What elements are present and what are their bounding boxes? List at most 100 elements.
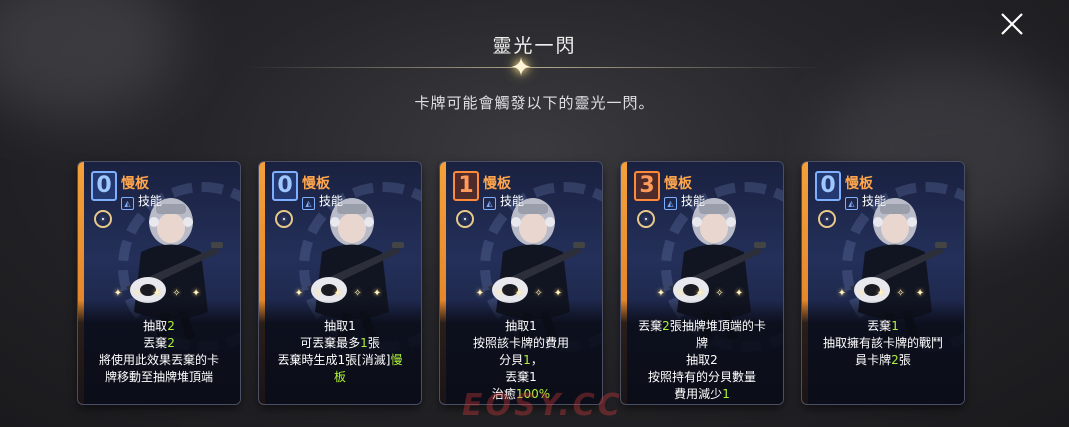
skill-card[interactable]: 0 慢板 ◭ 技能 ✦ ✧ ✦ ✧ ✦ 丟棄1 抽取擁有該卡牌的戰鬥 員卡牌2張 (802, 162, 964, 404)
card-name: 慢板 (845, 176, 873, 192)
description-text: 按照該卡牌的費用 (472, 336, 569, 350)
description-line: 抽取擁有該卡牌的戰鬥 (812, 335, 954, 352)
card-name: 慢板 (483, 176, 511, 192)
description-text: 可丟棄最多 (300, 336, 361, 350)
description-line: 丟棄2張抽牌堆頂端的卡 (631, 318, 773, 335)
sparkle-star-icon: ✦ (510, 53, 532, 83)
description-text: 牌移動至抽牌堆頂端 (104, 370, 213, 384)
description-text: 抽取擁有該卡牌的戰鬥 (822, 336, 943, 350)
skill-type-icon: ◭ (302, 197, 315, 210)
skill-type-icon: ◭ (845, 197, 858, 210)
description-text: 張抽牌堆頂端的卡 (669, 319, 766, 333)
card-type: ◭ 技能 (664, 192, 705, 210)
description-line: 抽取1 (450, 318, 592, 335)
description-text: 員卡牌 (855, 353, 892, 367)
card-name: 慢板 (302, 176, 330, 192)
card-description: 丟棄1 抽取擁有該卡牌的戰鬥 員卡牌2張 (812, 318, 954, 369)
description-text: 抽取1 (324, 319, 356, 333)
target-icon (275, 210, 293, 228)
highlight-value: 2 (891, 353, 899, 367)
description-line: 板 (269, 369, 411, 386)
card-description: 丟棄2張抽牌堆頂端的卡牌抽取2 按照持有的分貝數量 費用減少1 (631, 318, 773, 403)
description-text: 費用減少 (674, 387, 723, 401)
description-line: 按照該卡牌的費用 (450, 335, 592, 352)
description-line: 丟棄2 (88, 335, 230, 352)
description-line: 牌 (631, 335, 773, 352)
card-description: 抽取1 可丟棄最多1張 丟棄時生成1張[消滅]慢板 (269, 318, 411, 386)
description-line: 牌移動至抽牌堆頂端 (88, 369, 230, 386)
description-text: 張 (898, 353, 911, 367)
card-cost: 0 (815, 171, 841, 201)
description-text: ， (530, 353, 543, 367)
target-icon (456, 210, 474, 228)
highlight-value: 1 (722, 387, 730, 401)
card-type-label: 技能 (862, 194, 887, 208)
description-text: 抽取1 (505, 319, 537, 333)
card-type: ◭ 技能 (845, 192, 886, 210)
description-line: 抽取2 (631, 352, 773, 369)
skill-type-icon: ◭ (483, 197, 496, 210)
highlight-value: 慢 (390, 353, 403, 367)
skill-card[interactable]: 1 慢板 ◭ 技能 ✦ ✧ ✦ ✧ ✦ 抽取1 按照該卡牌的費用 分貝1， 丟棄1 治癒1… (440, 162, 602, 404)
sparkle-row-icon: ✦ ✧ ✦ ✧ ✦ (656, 288, 748, 299)
description-text: 丟棄 (143, 336, 168, 350)
card-name: 慢板 (121, 176, 149, 192)
highlight-value: 1 (891, 319, 899, 333)
target-icon (94, 210, 112, 228)
sparkle-row-icon: ✦ ✧ ✦ ✧ ✦ (475, 288, 567, 299)
card-type-label: 技能 (500, 194, 525, 208)
description-text: 將使用此效果丟棄的卡 (98, 353, 219, 367)
card-type: ◭ 技能 (483, 192, 524, 210)
description-line: 費用減少1 (631, 386, 773, 403)
description-text: 丟棄 (867, 319, 892, 333)
card-type-label: 技能 (319, 194, 344, 208)
description-line: 丟棄1 (812, 318, 954, 335)
skill-type-icon: ◭ (121, 197, 134, 210)
sparkle-row-icon: ✦ ✧ ✦ ✧ ✦ (113, 288, 205, 299)
target-icon (818, 210, 836, 228)
target-icon (637, 210, 655, 228)
card-cost: 3 (634, 171, 660, 201)
description-line: 可丟棄最多1張 (269, 335, 411, 352)
description-line: 將使用此效果丟棄的卡 (88, 352, 230, 369)
description-text: 丟棄 (638, 319, 663, 333)
description-line: 員卡牌2張 (812, 352, 954, 369)
highlight-value: 1 (360, 336, 368, 350)
highlight-value: 板 (333, 370, 346, 384)
card-type-label: 技能 (138, 194, 163, 208)
highlight-value: 2 (167, 336, 175, 350)
highlight-value: 1 (523, 353, 531, 367)
card-type: ◭ 技能 (121, 192, 162, 210)
sparkle-row-icon: ✦ ✧ ✦ ✧ ✦ (837, 288, 929, 299)
description-text: 丟棄1 (505, 370, 537, 384)
description-text: 張 (367, 336, 380, 350)
card-name: 慢板 (664, 176, 692, 192)
card-description: 抽取2 丟棄2 將使用此效果丟棄的卡 牌移動至抽牌堆頂端 (88, 318, 230, 386)
description-line: 抽取1 (269, 318, 411, 335)
highlight-value: 2 (167, 319, 175, 333)
description-line: 分貝1， (450, 352, 592, 369)
watermark: EOSY.CC (462, 388, 623, 423)
description-line: 丟棄1 (450, 369, 592, 386)
description-line: 丟棄時生成1張[消滅]慢 (269, 352, 411, 369)
skill-type-icon: ◭ (664, 197, 677, 210)
skill-card[interactable]: 0 慢板 ◭ 技能 ✦ ✧ ✦ ✧ ✦ 抽取2 丟棄2 將使用此效果丟棄的卡 牌移動至抽… (78, 162, 240, 404)
sparkle-row-icon: ✦ ✧ ✦ ✧ ✦ (294, 288, 386, 299)
description-text: 抽取2 (686, 353, 718, 367)
skill-card[interactable]: 3 慢板 ◭ 技能 ✦ ✧ ✦ ✧ ✦ 丟棄2張抽牌堆頂端的卡牌抽取2 按照持有的分… (621, 162, 783, 404)
description-line: 按照持有的分貝數量 (631, 369, 773, 386)
card-cost: 0 (272, 171, 298, 201)
card-cost: 0 (91, 171, 117, 201)
description-text: 分貝 (499, 353, 524, 367)
description-line: 抽取2 (88, 318, 230, 335)
close-icon (1001, 13, 1023, 35)
description-text: 牌 (695, 336, 708, 350)
card-cost: 1 (453, 171, 479, 201)
dialog-subtitle: 卡牌可能會觸發以下的靈光一閃。 (414, 94, 655, 112)
highlight-value: 2 (662, 319, 670, 333)
card-type: ◭ 技能 (302, 192, 343, 210)
description-text: 按照持有的分貝數量 (647, 370, 756, 384)
close-button[interactable] (996, 8, 1028, 40)
skill-card[interactable]: 0 慢板 ◭ 技能 ✦ ✧ ✦ ✧ ✦ 抽取1 可丟棄最多1張 丟棄時生成1張[消滅]… (259, 162, 421, 404)
description-text: 抽取 (143, 319, 168, 333)
